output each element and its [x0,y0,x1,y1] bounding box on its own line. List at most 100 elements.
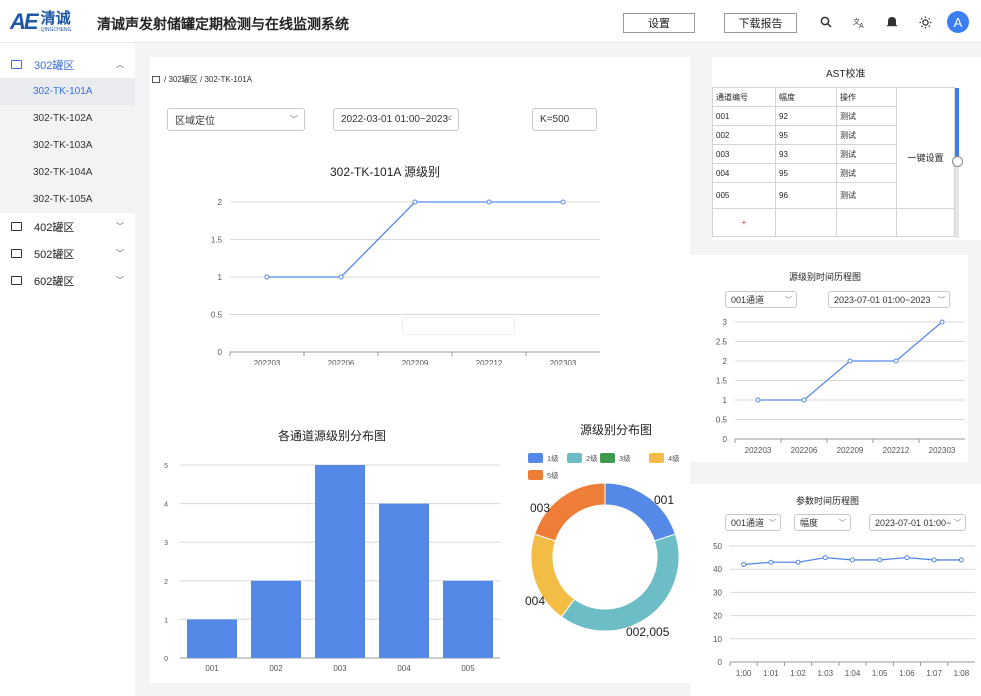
data-point [560,199,566,205]
chevron-down-icon: ﹀ [116,276,124,285]
sidebar-group-402[interactable]: 402罐区 ﹀ [0,213,135,240]
k-value-input[interactable]: K=500 [532,108,597,131]
logo-cn-text: 清诚 [40,10,71,27]
legend-label: 3级 [619,453,631,463]
x-tick-label: 1:00 [736,669,752,678]
legend-label: 1级 [547,453,559,463]
sidebar-item-302-tk-103a[interactable]: 302-TK-103A [0,132,135,159]
level-line-chart: 0 0.5 1 1.5 2 202203 202206 202209 202212 202303 [211,198,600,365]
monitor-icon [11,60,22,69]
test-link[interactable]: 测试 [836,125,897,145]
sidebar-group-602[interactable]: 602罐区 ﹀ [0,267,135,294]
test-link[interactable]: 测试 [836,106,897,126]
history-date-select[interactable]: 2023-07-01 01:00~2023 ﹀ [828,291,950,308]
y-tick-label: 0 [164,656,168,663]
k-value-text: K=500 [540,114,570,125]
sidebar-item-302-tk-104a[interactable]: 302-TK-104A [0,159,135,186]
x-tick-label: 202212 [883,446,910,455]
y-tick-label: 20 [713,612,722,621]
sidebar-group-502[interactable]: 502罐区 ﹀ [0,240,135,267]
data-point [939,319,945,325]
x-tick-label: 202212 [476,359,503,365]
channel-select[interactable]: 001通道 ﹀ [725,291,797,308]
download-report-button[interactable]: 下载报告 [724,13,797,33]
ast-title: AST校准 [826,69,866,80]
table-header-row: 通道编号 幅度 操作 [712,87,955,107]
sidebar-item-302-tk-101a[interactable]: 302-TK-101A [0,78,135,105]
settings-button[interactable]: 设置 [623,13,695,33]
test-link[interactable]: 测试 [836,144,897,164]
donut-chart-title: 源级别分布图 [580,423,653,437]
logo-small-text: QINGCHENG [40,27,72,33]
sidebar-item-302-tk-102a[interactable]: 302-TK-102A [0,105,135,132]
avatar[interactable]: A [947,11,969,33]
y-tick-label: 1 [164,617,168,624]
add-row-button[interactable]: + [712,208,776,237]
chevron-down-icon: ﹀ [938,297,945,304]
channel-cell: 001 [712,106,776,126]
channel-select[interactable]: 001通道 ﹀ [725,514,781,531]
data-point [741,562,747,568]
translate-icon[interactable]: 文A [851,14,867,30]
y-tick-label: 2 [723,357,728,366]
x-tick-label: 202209 [402,359,429,365]
test-link[interactable]: 测试 [836,182,897,209]
legend-swatch [600,453,615,463]
x-tick-label: 202303 [929,446,956,455]
table-row: + [712,208,955,237]
search-icon[interactable] [818,14,834,30]
table-cell [775,208,837,237]
amplitude-cell: 92 [775,106,837,126]
bell-icon[interactable] [884,14,900,30]
y-tick-label: 0 [718,658,723,667]
legend-label: 2级 [586,453,598,463]
history-date-value: 2023-07-01 01:00~2023 [834,294,931,305]
sidebar-submenu: 302-TK-101A 302-TK-102A 302-TK-103A 302-… [0,78,135,213]
data-point [958,557,964,563]
chevron-down-icon: ﹀ [954,520,961,527]
chevron-down-icon: ﹀ [290,115,298,124]
x-tick-label: 1:07 [926,669,942,678]
data-point [338,274,344,280]
y-tick-label: 0 [723,435,728,444]
x-tick-label: 1:06 [899,669,915,678]
data-point [795,559,801,565]
donut-slice [560,533,680,632]
param-select-value: 幅度 [800,518,819,528]
theme-sun-icon[interactable] [917,14,933,30]
vertical-slider-fill [955,88,959,160]
legend-swatch [567,453,582,463]
data-point [801,397,807,403]
y-tick-label: 4 [164,502,168,509]
mode-select-value: 区域定位 [175,116,215,127]
x-tick-label: 1:01 [763,669,779,678]
chevron-up-icon: ︿ [116,60,124,69]
y-tick-label: 3 [723,318,728,327]
home-icon[interactable] [152,76,160,83]
vertical-slider-handle[interactable] [952,156,963,167]
chevron-down-icon: ﹀ [839,520,846,527]
tooltip-placeholder [402,317,515,335]
param-history-title: 参数时间历程图 [796,496,860,506]
x-tick-label: 202206 [328,359,355,365]
daterange-select[interactable]: 2022-03-01 01:00~2023- ﹀ [333,108,459,131]
one-key-setup-button[interactable]: 一键设置 [896,106,955,209]
sidebar-group-302[interactable]: 302罐区 ︿ [0,51,135,78]
mode-select[interactable]: 区域定位 ﹀ [167,108,305,131]
bar [315,465,365,658]
sidebar-item-302-tk-105a[interactable]: 302-TK-105A [0,186,135,213]
test-link[interactable]: 测试 [836,163,897,183]
amplitude-cell: 96 [775,182,837,209]
y-tick-label: 50 [713,542,722,551]
daterange-value: 2022-03-01 01:00~2023- [341,114,452,125]
channel-cell: 002 [712,125,776,145]
x-tick-label: 1:05 [872,669,888,678]
x-tick-label: 202203 [745,446,772,455]
param-select[interactable]: 幅度 ﹀ [794,514,851,531]
data-point [755,397,761,403]
x-tick-label: 1:02 [790,669,806,678]
y-tick-label: 30 [713,588,722,597]
param-date-select[interactable]: 2023-07-01 01:00~ ﹀ [869,514,966,531]
x-tick-label: 004 [397,664,411,673]
data-point [264,274,270,280]
